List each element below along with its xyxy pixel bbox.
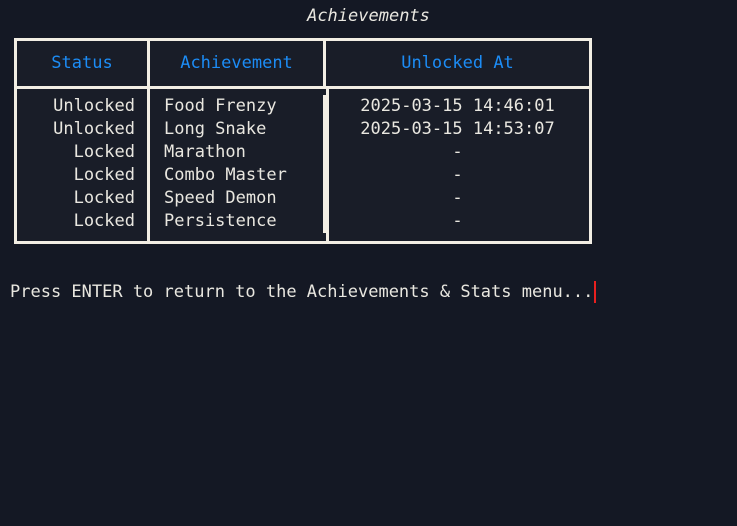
cell-achievement: Marathon	[147, 141, 323, 164]
table-body: Unlocked Food Frenzy 2025-03-15 14:46:01 Un…	[17, 89, 589, 241]
cell-unlocked-at: 2025-03-15 14:53:07	[323, 118, 589, 141]
cell-unlocked-at: -	[323, 187, 589, 210]
cell-status: Unlocked	[53, 96, 135, 116]
terminal-screen: Achievements Status Achievement Unlocked…	[0, 0, 737, 526]
table-row: Locked Marathon -	[17, 141, 589, 164]
cell-unlocked-at: 2025-03-15 14:46:01	[323, 95, 589, 118]
cell-achievement: Long Snake	[147, 118, 323, 141]
table-row: Unlocked Food Frenzy 2025-03-15 14:46:01	[17, 95, 589, 118]
text-cursor	[594, 281, 597, 303]
cell-status: Locked	[73, 211, 135, 231]
cell-achievement: Food Frenzy	[147, 95, 323, 118]
cell-status: Unlocked	[53, 119, 135, 139]
cell-achievement: Combo Master	[147, 164, 323, 187]
column-header-status: Status	[51, 53, 113, 73]
cell-achievement: Persistence	[147, 210, 323, 233]
table-row: Locked Speed Demon -	[17, 187, 589, 210]
cell-status: Locked	[73, 188, 135, 208]
column-header-achievement: Achievement	[147, 41, 323, 86]
cell-unlocked-at: -	[323, 141, 589, 164]
column-header-unlocked-at: Unlocked At	[323, 41, 589, 86]
cell-status: Locked	[73, 142, 135, 162]
table-row: Unlocked Long Snake 2025-03-15 14:53:07	[17, 118, 589, 141]
table-row: Locked Combo Master -	[17, 164, 589, 187]
prompt-text: Press ENTER to return to the Achievement…	[10, 282, 594, 302]
achievements-table: Status Achievement Unlocked At Unlocked F…	[14, 38, 592, 244]
cell-unlocked-at: -	[323, 164, 589, 187]
page-title: Achievements	[307, 6, 430, 26]
cell-status: Locked	[73, 165, 135, 185]
table-row-list: Unlocked Food Frenzy 2025-03-15 14:46:01 Un…	[17, 89, 589, 241]
table-row: Locked Persistence -	[17, 210, 589, 233]
table-header-row: Status Achievement Unlocked At	[17, 41, 589, 89]
cell-unlocked-at: -	[323, 210, 589, 233]
cell-achievement: Speed Demon	[147, 187, 323, 210]
prompt-line: Press ENTER to return to the Achievement…	[10, 280, 597, 304]
